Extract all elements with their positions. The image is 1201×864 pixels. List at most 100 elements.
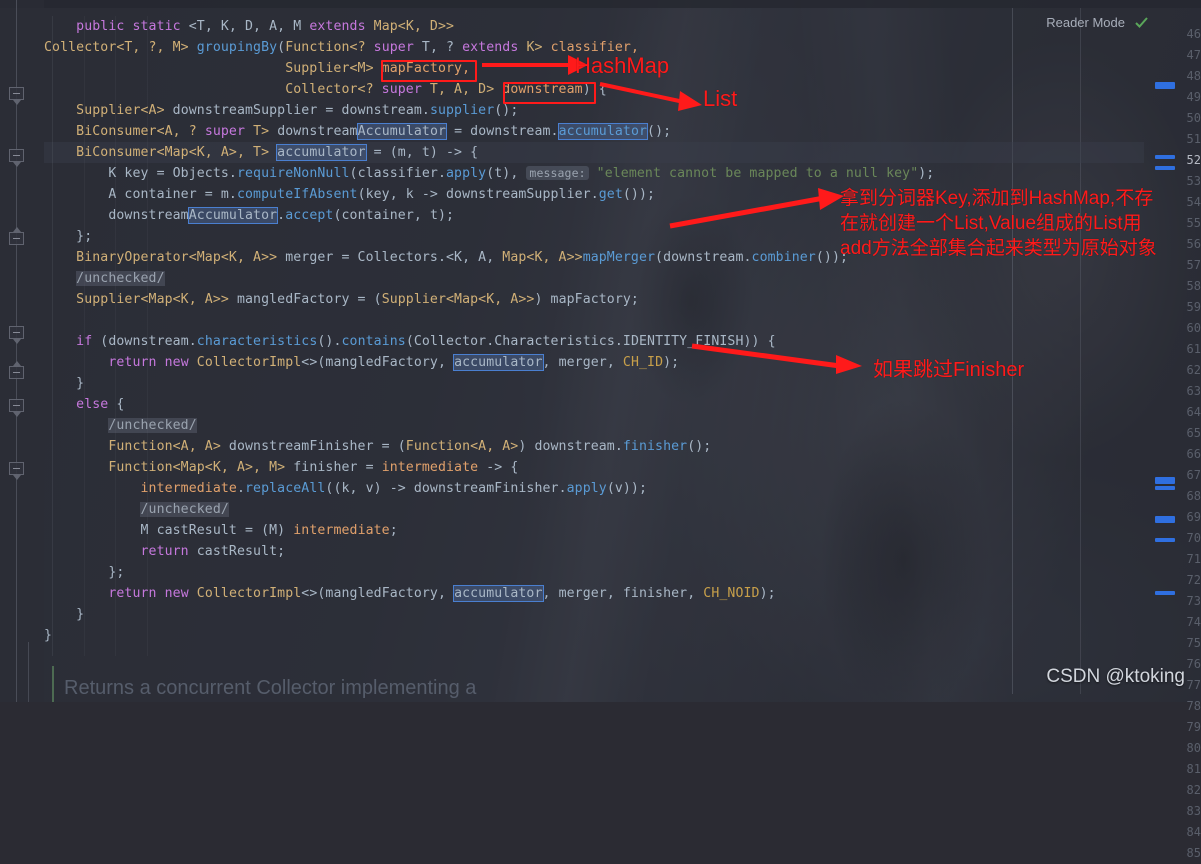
code-line[interactable]: BiConsumer<Map<K, A>, T> accumulator = (… <box>44 142 1144 163</box>
code-line[interactable]: }; <box>44 562 1144 583</box>
marker-mark[interactable] <box>1155 82 1175 89</box>
code-token: replaceAll <box>245 481 326 496</box>
code-token: castResult; <box>196 544 286 559</box>
code-token: (key, k -> downstreamSupplier. <box>357 187 599 202</box>
code-token: (). <box>317 334 342 349</box>
highlighted-identifier: accumulator <box>276 144 367 161</box>
code-line[interactable]: return castResult; <box>44 541 1144 562</box>
fold-marker[interactable] <box>9 399 24 417</box>
code-line[interactable]: } <box>44 625 1144 646</box>
indent-guide <box>52 16 53 656</box>
code-token: (); <box>647 124 672 139</box>
code-line[interactable]: else { <box>44 394 1144 415</box>
marker-mark[interactable] <box>1155 538 1175 542</box>
javadoc-preview-text: Returns a concurrent Collector implement… <box>64 677 477 699</box>
code-line[interactable]: Function<Map<K, A>, M> finisher = interm… <box>44 457 1144 478</box>
line-number: 78 <box>1186 699 1201 713</box>
arrow-to-skip-finisher-note <box>691 343 862 374</box>
line-number: 63 <box>1186 384 1201 398</box>
code-line[interactable]: /unchecked/ <box>44 415 1144 436</box>
code-token: = (m, t) -> { <box>365 145 479 160</box>
code-line[interactable]: intermediate.replaceAll((k, v) -> downst… <box>44 478 1144 499</box>
fold-marker[interactable] <box>9 361 24 379</box>
line-number: 57 <box>1186 258 1201 272</box>
marker-mark[interactable] <box>1155 591 1175 595</box>
code-token: (classifier. <box>349 166 447 181</box>
code-token: K key = Objects. <box>108 166 237 181</box>
check-icon <box>1134 15 1149 30</box>
code-token: intermediate <box>293 523 390 538</box>
code-line[interactable]: K key = Objects.requireNonNull(classifie… <box>44 163 1144 184</box>
code-token: extends <box>309 19 374 34</box>
code-token: CollectorImpl <box>196 586 302 601</box>
code-line[interactable]: if (downstream.characteristics().contain… <box>44 331 1144 352</box>
line-number: 74 <box>1186 615 1201 629</box>
code-line[interactable]: Function<A, A> downstreamFinisher = (Fun… <box>44 436 1144 457</box>
fold-marker[interactable] <box>9 87 24 105</box>
code-token: /unchecked/ <box>108 418 197 433</box>
javadoc-accent-bar <box>52 666 54 702</box>
code-token: apply <box>566 481 607 496</box>
code-token: intermediate <box>381 460 479 475</box>
line-number: 58 <box>1186 279 1201 293</box>
marker-mark[interactable] <box>1155 516 1175 523</box>
code-token: , merger, <box>542 355 623 370</box>
code-token: requireNonNull <box>236 166 350 181</box>
fold-rail <box>16 0 17 702</box>
annotation-hashmap: HashMap <box>575 53 670 78</box>
code-line[interactable]: M castResult = (M) intermediate; <box>44 520 1144 541</box>
code-line[interactable] <box>44 310 1144 331</box>
line-number: 46 <box>1186 27 1201 41</box>
code-token: computeIfAbsent <box>236 187 358 202</box>
marker-mark[interactable] <box>1155 166 1175 170</box>
line-number-column: 46 47 48 49 50 51 52 53 54 55 56 57 58 59 60 61 62 63 64 65… <box>1179 24 1201 864</box>
code-token: (container, t); <box>333 208 455 223</box>
fold-marker[interactable] <box>9 149 24 167</box>
code-line[interactable]: Supplier<Map<K, A>> mangledFactory = (Su… <box>44 289 1144 310</box>
marker-mark[interactable] <box>1155 155 1175 159</box>
code-token: T, ? <box>421 40 463 55</box>
fold-marker[interactable] <box>9 227 24 245</box>
line-number: 54 <box>1186 195 1201 209</box>
code-token: CH_ID <box>622 355 664 370</box>
code-token: downstream <box>277 124 358 139</box>
code-line[interactable]: return new CollectorImpl<>(mangledFactor… <box>44 583 1144 604</box>
line-number: 68 <box>1186 489 1201 503</box>
line-number: 56 <box>1186 237 1201 251</box>
indent-guide <box>147 16 149 656</box>
code-token: return <box>140 544 197 559</box>
code-editor-content[interactable]: public static <T, K, D, A, M extends Map… <box>44 16 1144 646</box>
code-token: contains <box>341 334 406 349</box>
line-number: 72 <box>1186 573 1201 587</box>
code-token: (downstream. <box>655 250 752 265</box>
code-token: Function<A, A> <box>108 439 229 454</box>
code-token: = downstream. <box>446 124 559 139</box>
line-number: 47 <box>1186 48 1201 62</box>
fold-marker[interactable] <box>9 326 24 344</box>
code-token: Function<A, A> <box>405 439 519 454</box>
code-token: , merger, finisher, <box>542 586 704 601</box>
code-token: downstream <box>108 208 189 223</box>
marker-mark[interactable] <box>1155 477 1175 484</box>
line-number: 51 <box>1186 132 1201 146</box>
code-token: { <box>116 397 125 412</box>
marker-mark[interactable] <box>1155 486 1175 490</box>
code-token: accept <box>285 208 334 223</box>
code-line[interactable]: /unchecked/ <box>44 499 1144 520</box>
editor-marker-strip[interactable] <box>1149 0 1179 702</box>
reader-mode-indicator[interactable]: Reader Mode <box>1046 15 1149 30</box>
code-line[interactable]: } <box>44 604 1144 625</box>
line-number: 62 <box>1186 363 1201 377</box>
highlighted-identifier: Accumulator <box>187 207 279 224</box>
code-token: <T, K, D, A, M <box>188 19 310 34</box>
line-number: 60 <box>1186 321 1201 335</box>
code-token: T, A, D> <box>429 82 503 97</box>
code-token: A container = m. <box>108 187 237 202</box>
annotation-key-hashmap-line2: 在就创建一个List,Value组成的List用 <box>840 213 1142 234</box>
code-token: BiConsumer<A, ? <box>76 124 205 139</box>
code-line[interactable]: /unchecked/ <box>44 268 1144 289</box>
code-line[interactable]: public static <T, K, D, A, M extends Map… <box>44 16 1144 37</box>
fold-marker[interactable] <box>9 462 24 480</box>
line-number: 75 <box>1186 636 1201 650</box>
code-line[interactable]: BiConsumer<A, ? super T> downstreamAccum… <box>44 121 1144 142</box>
